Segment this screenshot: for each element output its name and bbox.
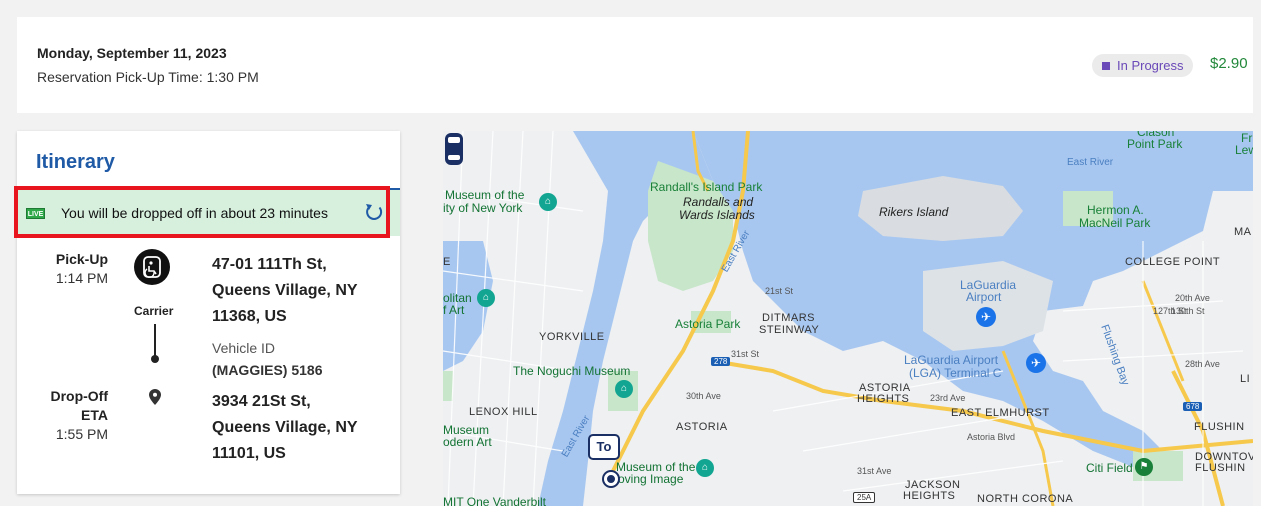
map-label-north-corona: NORTH CORONA bbox=[977, 493, 1074, 505]
map-label-ma: MA bbox=[1234, 226, 1252, 238]
dropoff-address-line-3: 11101, US bbox=[212, 445, 286, 462]
timeline-connector bbox=[154, 324, 156, 358]
map-label-lenox-hill: LENOX HILL bbox=[469, 406, 538, 418]
museum-moving-image-icon[interactable]: ⌂ bbox=[696, 459, 714, 477]
map-label-ditmars-1: DITMARS bbox=[762, 312, 815, 324]
eta-label: ETA bbox=[81, 407, 108, 423]
destination-callout[interactable]: To bbox=[588, 434, 620, 460]
map-label-clason-2: Point Park bbox=[1127, 137, 1183, 151]
timeline-dot bbox=[151, 355, 159, 363]
dropoff-time: 1:55 PM bbox=[55, 426, 108, 442]
map-label-noguchi: The Noguchi Museum bbox=[513, 364, 631, 378]
refresh-icon[interactable] bbox=[363, 201, 385, 223]
map-label-flushing: FLUSHIN bbox=[1194, 421, 1245, 433]
map-label-ditmars-2: STEINWAY bbox=[759, 324, 820, 336]
map-label-east-elmhurst: EAST ELMHURST bbox=[951, 407, 1050, 419]
map-label-20th-ave: 20th Ave bbox=[1175, 293, 1210, 303]
itinerary-title: Itinerary bbox=[36, 151, 115, 173]
map-pin-icon bbox=[149, 389, 161, 405]
vehicle-marker-icon[interactable] bbox=[443, 131, 465, 167]
museum-icon[interactable]: ⌂ bbox=[539, 193, 557, 211]
map-label-lga-terminal-2: (LGA) Terminal C bbox=[909, 366, 1002, 380]
destination-marker-icon[interactable] bbox=[604, 472, 618, 486]
map-label-downtown-flushing-2: FLUSHIN bbox=[1195, 462, 1246, 474]
map-label-randalls-islands-2: Wards Islands bbox=[679, 208, 755, 222]
map-label-museum-ny-2: ity of New York bbox=[443, 201, 523, 215]
map-label-hermon-2: MacNeil Park bbox=[1079, 216, 1151, 230]
map-label-lga-terminal-1: LaGuardia Airport bbox=[904, 353, 999, 367]
map-label-one-vanderbilt: MIT One Vanderbilt bbox=[443, 495, 546, 506]
map-label-hermon-1: Hermon A. bbox=[1087, 203, 1144, 217]
dropoff-address-line-2: Queens Village, NY bbox=[212, 419, 358, 436]
dropoff-label: Drop-Off bbox=[50, 388, 108, 404]
route-map[interactable]: Randall's Island Park Randalls and Wards… bbox=[443, 131, 1253, 506]
live-eta-message: You will be dropped off in about 23 minu… bbox=[61, 205, 328, 221]
map-label-museum-moving-2: oving Image bbox=[618, 472, 684, 486]
map-label-citi-field: Citi Field bbox=[1086, 461, 1133, 475]
map-label-randalls-park: Randall's Island Park bbox=[650, 180, 763, 194]
route-278-shield: 278 bbox=[711, 357, 731, 366]
route-25a-shield: 25A bbox=[853, 492, 876, 503]
map-label-yorkville: YORKVILLE bbox=[539, 331, 605, 343]
reservation-header: Monday, September 11, 2023 Reservation P… bbox=[17, 17, 1253, 113]
pickup-address-line-1: 47-01 111Th St, bbox=[212, 256, 327, 273]
map-label-rikers-island: Rikers Island bbox=[879, 205, 949, 219]
stadium-icon[interactable]: ⚑ bbox=[1135, 458, 1153, 476]
map-label-31st-st: 31st St bbox=[731, 349, 760, 359]
status-badge: In Progress bbox=[1092, 54, 1194, 77]
map-label-lew: Lew bbox=[1235, 143, 1253, 157]
map-label-jackson-heights-2: HEIGHTS bbox=[903, 490, 956, 502]
live-icon: LIVE bbox=[26, 208, 45, 219]
map-label-east-river-top: East River bbox=[1067, 157, 1114, 168]
status-square-icon bbox=[1102, 61, 1110, 70]
route-678-shield: 678 bbox=[1183, 402, 1203, 411]
vehicle-id-value: (MAGGIES) 5186 bbox=[212, 362, 323, 378]
map-label-li: LI bbox=[1240, 373, 1251, 385]
map-label-28th-ave: 28th Ave bbox=[1185, 359, 1220, 369]
map-label-randalls-islands-1: Randalls and bbox=[683, 195, 754, 209]
pickup-address-line-2: Queens Village, NY bbox=[212, 282, 358, 299]
map-label-130th-st: 130th St bbox=[1171, 306, 1205, 316]
map-label-astoria-blvd: Astoria Blvd bbox=[967, 432, 1016, 442]
pickup-address-line-3: 11368, US bbox=[212, 308, 287, 325]
map-label-astoria-park: Astoria Park bbox=[675, 317, 741, 331]
map-label-30th-ave: 30th Ave bbox=[686, 391, 721, 401]
map-label-laguardia-2: Airport bbox=[966, 290, 1002, 304]
live-eta-banner: LIVE You will be dropped off in about 23… bbox=[14, 186, 400, 238]
itinerary-card: Itinerary LIVE You will be dropped off i… bbox=[14, 131, 400, 494]
map-label-college-point: COLLEGE POINT bbox=[1125, 256, 1221, 268]
map-label-23rd-ave: 23rd Ave bbox=[930, 393, 966, 403]
map-label-astoria-heights-2: HEIGHTS bbox=[857, 393, 910, 405]
fare-amount: $2.90 bbox=[1210, 55, 1248, 72]
vehicle-id-label: Vehicle ID bbox=[212, 340, 276, 356]
status-text: In Progress bbox=[1117, 58, 1184, 73]
airport-icon[interactable]: ✈ bbox=[976, 307, 996, 327]
pickup-time: 1:14 PM bbox=[55, 270, 108, 286]
carrier-icon bbox=[134, 249, 170, 285]
map-label-met-2: f Art bbox=[443, 303, 465, 317]
map-label-museum-ny-1: Museum of the bbox=[445, 188, 525, 202]
pickup-label: Pick-Up bbox=[55, 251, 108, 267]
noguchi-museum-icon[interactable]: ⌂ bbox=[615, 380, 633, 398]
carrier-label: Carrier bbox=[134, 304, 174, 318]
met-museum-icon[interactable]: ⌂ bbox=[477, 289, 495, 307]
map-label-e: E bbox=[443, 256, 451, 268]
map-label-astoria: ASTORIA bbox=[676, 421, 728, 433]
map-label-museum-modern-2: odern Art bbox=[443, 435, 492, 449]
airport-terminal-icon[interactable]: ✈ bbox=[1026, 353, 1046, 373]
map-label-21st-st: 21st St bbox=[765, 286, 794, 296]
reservation-pickup-time: Reservation Pick-Up Time: 1:30 PM bbox=[37, 69, 259, 85]
dropoff-address-line-1: 3934 21St St, bbox=[212, 393, 311, 410]
reservation-date: Monday, September 11, 2023 bbox=[37, 45, 227, 61]
map-label-31st-ave: 31st Ave bbox=[857, 466, 892, 476]
